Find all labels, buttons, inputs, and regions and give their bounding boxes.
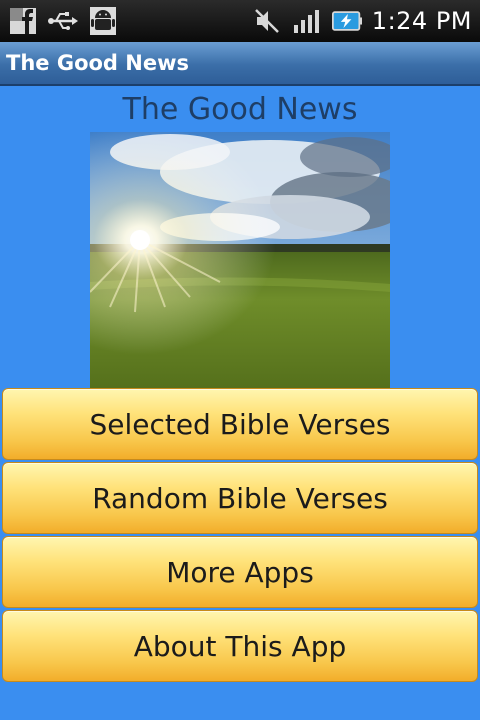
status-bar-system: 1:24 PM	[252, 7, 472, 35]
about-this-app-button[interactable]: About This App	[2, 610, 478, 682]
facebook-notification-icon	[8, 7, 38, 35]
selected-bible-verses-button[interactable]: Selected Bible Verses	[2, 388, 478, 460]
app-title-bar: The Good News	[0, 42, 480, 86]
status-bar-notifications	[8, 7, 118, 35]
status-bar-time: 1:24 PM	[371, 7, 472, 35]
more-apps-button[interactable]: More Apps	[2, 536, 478, 608]
random-bible-verses-button[interactable]: Random Bible Verses	[2, 462, 478, 534]
mute-icon	[252, 7, 282, 35]
app-title: The Good News	[6, 51, 189, 75]
usb-icon	[48, 7, 78, 35]
page-heading: The Good News	[122, 92, 358, 127]
header-image	[90, 132, 390, 388]
signal-icon	[292, 7, 322, 35]
android-debug-icon	[88, 7, 118, 35]
status-bar: 1:24 PM	[0, 0, 480, 42]
battery-charging-icon	[331, 7, 362, 35]
